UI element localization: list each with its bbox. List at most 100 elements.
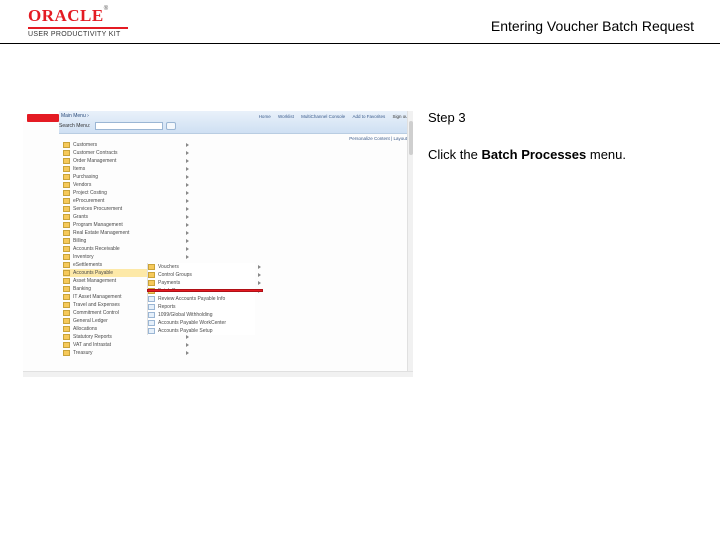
submenu-item[interactable]: Reports [148,303,255,311]
folder-icon [148,264,155,270]
chevron-right-icon [186,167,189,171]
tree-item[interactable]: Project Costing [63,189,183,197]
personalize-link[interactable]: Personalize Content | Layout [349,136,407,141]
folder-icon [63,158,70,164]
submenu-item[interactable]: 1099/Global Withholding [148,311,255,319]
chevron-right-icon: › [87,113,89,119]
tree-item-label: Purchasing [73,174,98,180]
highlight-bar[interactable] [147,289,263,292]
folder-icon [63,182,70,188]
chevron-right-icon [186,351,189,355]
chevron-right-icon [186,247,189,251]
oracle-word: ORACLE [28,6,104,25]
tree-item[interactable]: Grants [63,213,183,221]
tree-item[interactable]: Billing [63,237,183,245]
submenu-item[interactable]: Accounts Payable Setup [148,327,255,335]
tree-item-label: Services Procurement [73,206,122,212]
tree-item-label: eSettlements [73,262,102,268]
submenu-item[interactable]: Review Accounts Payable Info [148,295,255,303]
chevron-right-icon [258,281,261,285]
nav-favorites[interactable]: Add to Favorites [352,114,385,119]
folder-icon [63,350,70,356]
tree-item[interactable]: Inventory [63,253,183,261]
main-menu-label: Main Menu [61,113,86,119]
search-label: Search Menu: [59,123,90,129]
tree-item-label: Vendors [73,182,91,188]
folder-icon [63,302,70,308]
tree-item[interactable]: Real Estate Management [63,229,183,237]
horizontal-scrollbar[interactable] [23,371,413,377]
tree-item-label: Statutory Reports [73,334,112,340]
folder-icon [63,254,70,260]
folder-icon [148,304,155,310]
breadcrumb[interactable]: Main Menu › [61,113,89,119]
tree-item[interactable]: Accounts Receivable [63,245,183,253]
tree-item[interactable]: Purchasing [63,173,183,181]
tree-item-label: Customer Contracts [73,150,117,156]
folder-icon [63,246,70,252]
folder-icon [63,278,70,284]
tree-item[interactable]: eProcurement [63,197,183,205]
folder-icon [63,150,70,156]
tree-item-label: Grants [73,214,88,220]
brand-underline [28,27,128,29]
tree-item-label: Travel and Expenses [73,302,120,308]
tree-item-label: Project Costing [73,190,107,196]
content: Main Menu › Home Worklist MultiChannel C… [22,110,698,378]
product-name: USER PRODUCTIVITY KIT [28,31,128,38]
submenu-item[interactable]: Payments [148,279,255,287]
scrollbar-thumb[interactable] [409,121,413,155]
folder-icon [63,142,70,148]
tree-item-label: IT Asset Management [73,294,122,300]
screenshot-column: Main Menu › Home Worklist MultiChannel C… [22,110,418,378]
chevron-right-icon [186,143,189,147]
nav-home[interactable]: Home [259,114,271,119]
chevron-right-icon [186,223,189,227]
vertical-scrollbar[interactable] [407,111,413,377]
submenu-item-label: Review Accounts Payable Info [158,296,225,302]
nav-worklist[interactable]: Worklist [278,114,294,119]
tree-item[interactable]: Vendors [63,181,183,189]
folder-icon [63,326,70,332]
submenu-item[interactable]: Accounts Payable WorkCenter [148,319,255,327]
logo-block: ORACLE® USER PRODUCTIVITY KIT [28,6,128,38]
nav-mcc[interactable]: MultiChannel Console [301,114,345,119]
tree-item[interactable]: Customer Contracts [63,149,183,157]
submenu-item[interactable]: Control Groups [148,271,255,279]
chevron-right-icon [186,183,189,187]
tree-item[interactable]: Items [63,165,183,173]
folder-icon [63,238,70,244]
folder-icon [63,198,70,204]
tree-item-label: General Ledger [73,318,108,324]
submenu-item-label: 1099/Global Withholding [158,312,212,318]
tree-item-label: Inventory [73,254,94,260]
tree-item[interactable]: Order Management [63,157,183,165]
tree-item[interactable]: Services Procurement [63,205,183,213]
folder-icon [63,286,70,292]
folder-icon [63,190,70,196]
chevron-right-icon [186,231,189,235]
chevron-right-icon [186,215,189,219]
folder-icon [63,222,70,228]
instruction-bold: Batch Processes [481,147,586,162]
folder-icon [148,272,155,278]
tree-item[interactable]: Treasury [63,349,183,357]
chevron-right-icon [186,343,189,347]
tree-item[interactable]: Customers [63,141,183,149]
folder-icon [148,312,155,318]
tree-item-label: Order Management [73,158,116,164]
chevron-right-icon [258,273,261,277]
folder-icon [63,334,70,340]
instruction-column: Step 3 Click the Batch Processes menu. [418,110,688,162]
search-go-button[interactable] [166,122,176,130]
submenu-item[interactable]: Vouchers [148,263,255,271]
tree-item-label: Allocations [73,326,97,332]
tree-item[interactable]: Program Management [63,221,183,229]
submenu-item-label: Payments [158,280,180,286]
tree-item-label: Accounts Payable [73,270,113,276]
tree-item-label: eProcurement [73,198,104,204]
top-nav: Home Worklist MultiChannel Console Add t… [253,114,409,119]
tree-item[interactable]: VAT and Intrastat [63,341,183,349]
chevron-right-icon [186,159,189,163]
search-input[interactable] [95,122,163,130]
